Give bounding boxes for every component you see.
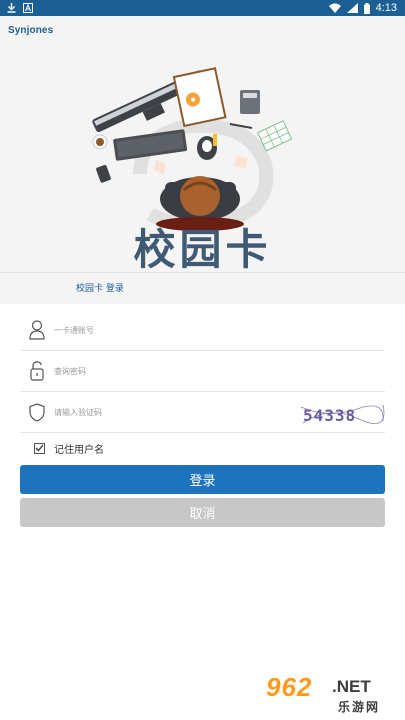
clock: 4:13 xyxy=(375,2,397,14)
hero-banner: Synjones 校园卡 校园卡 登录 xyxy=(0,16,405,304)
download-icon xyxy=(7,3,16,13)
watermark-suffix: .NET xyxy=(332,677,371,696)
notification-a-icon xyxy=(23,3,33,13)
login-form: 54338 记住用户名 登录 取消 xyxy=(20,310,385,527)
checkmark-icon xyxy=(35,444,44,452)
remember-username[interactable]: 记住用户名 xyxy=(20,433,385,463)
password-input[interactable] xyxy=(54,366,254,376)
password-field xyxy=(20,351,385,392)
breadcrumb: 校园卡 登录 xyxy=(76,284,124,294)
battery-icon xyxy=(363,2,370,14)
synjones-logo: Synjones xyxy=(8,25,54,36)
remember-label: 记住用户名 xyxy=(54,444,104,456)
lock-icon xyxy=(20,361,54,381)
watermark-number: 962 xyxy=(266,672,313,702)
wifi-icon xyxy=(328,3,341,13)
status-bar: 4:13 xyxy=(0,0,405,16)
login-button[interactable]: 登录 xyxy=(20,465,385,494)
watermark-site: 乐游网 xyxy=(338,700,381,714)
site-watermark: 962 .NET 乐游网 xyxy=(264,672,400,716)
captcha-field: 54338 xyxy=(20,392,385,433)
captcha-image[interactable]: 54338 xyxy=(299,401,385,427)
hero-divider xyxy=(0,272,405,273)
cancel-button[interactable]: 取消 xyxy=(20,498,385,527)
captcha-input[interactable] xyxy=(54,407,254,417)
signal-icon xyxy=(346,3,358,13)
account-field xyxy=(20,310,385,351)
app-title: 校园卡 xyxy=(133,225,272,274)
captcha-text: 54338 xyxy=(303,406,356,425)
remember-checkbox[interactable] xyxy=(34,442,45,454)
shield-icon xyxy=(20,402,54,422)
user-icon xyxy=(20,320,54,340)
account-input[interactable] xyxy=(54,325,254,335)
